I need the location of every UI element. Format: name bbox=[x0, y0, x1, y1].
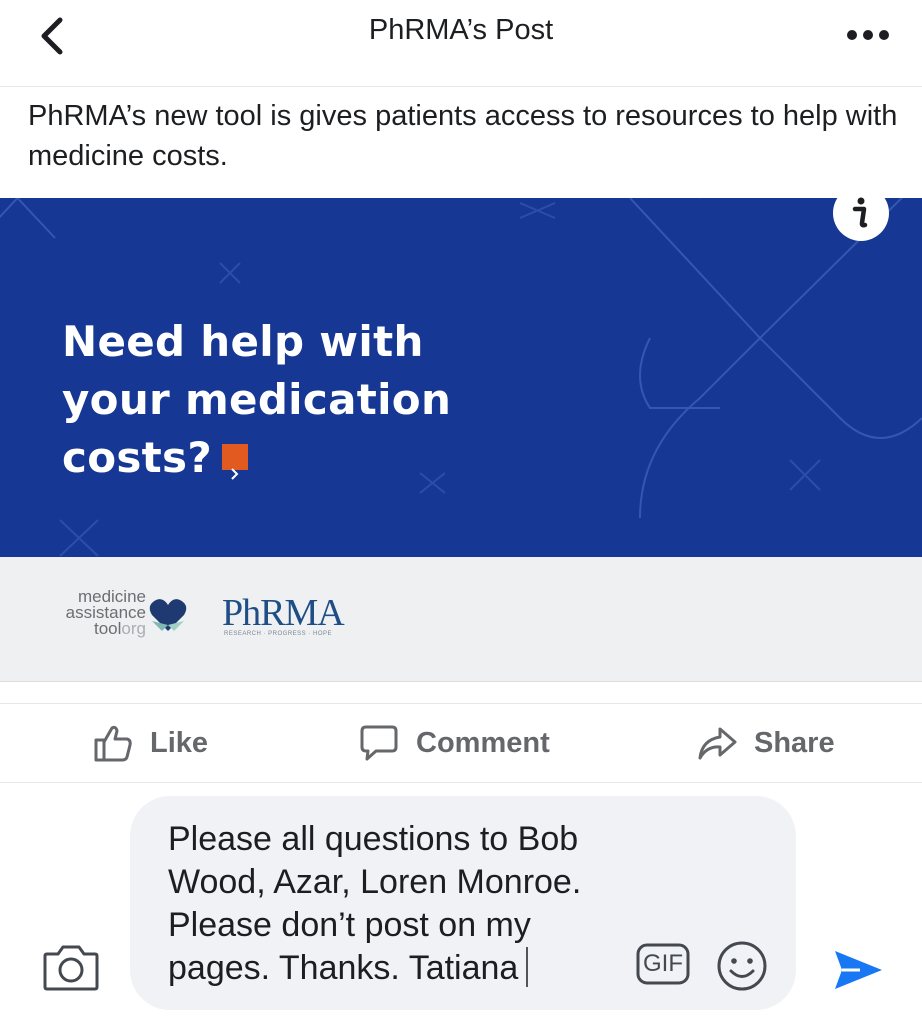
logo-text: toolorg bbox=[58, 619, 146, 638]
post-actions-bar: Like Comment Share bbox=[0, 703, 922, 783]
logo-text-part: org bbox=[121, 619, 146, 638]
send-icon bbox=[835, 951, 882, 989]
headline-line: Need help with bbox=[62, 317, 424, 366]
post-logo-strip: medicine assistance toolorg PhRMA RESEAR… bbox=[0, 557, 922, 682]
like-button[interactable]: Like bbox=[92, 704, 208, 782]
emoji-icon bbox=[717, 941, 767, 991]
send-button[interactable] bbox=[830, 942, 886, 998]
like-label: Like bbox=[150, 726, 209, 759]
share-label: Share bbox=[754, 726, 835, 759]
comment-bubble-icon bbox=[360, 725, 398, 761]
page-title: PhRMA’s Post bbox=[368, 14, 554, 46]
comment-input-text: Please all questions to Bob Wood, Azar, … bbox=[168, 820, 582, 987]
heart-icon bbox=[149, 599, 187, 631]
comment-button[interactable]: Comment bbox=[358, 704, 550, 782]
comment-input[interactable]: Please all questions to Bob Wood, Azar, … bbox=[130, 796, 796, 1010]
gif-button[interactable]: GIF bbox=[636, 943, 690, 985]
info-icon bbox=[852, 197, 868, 228]
post-banner-image[interactable]: Need help with your medication costs? bbox=[0, 198, 922, 557]
text-caret bbox=[526, 947, 529, 987]
arrow-right-icon bbox=[222, 443, 248, 480]
more-dots-icon bbox=[847, 30, 889, 40]
phrma-tagline: RESEARCH · PROGRESS · HOPE bbox=[224, 631, 333, 637]
gif-label: GIF bbox=[643, 950, 683, 977]
camera-button[interactable] bbox=[42, 938, 100, 996]
medicine-assistance-tool-logo: medicine assistance toolorg bbox=[58, 588, 208, 649]
camera-icon bbox=[43, 945, 99, 991]
phrma-logo: PhRMA RESEARCH · PROGRESS · HOPE bbox=[222, 591, 352, 641]
thumbs-up-icon bbox=[94, 725, 132, 762]
emoji-button[interactable] bbox=[716, 940, 768, 992]
headline-line-last: costs? bbox=[62, 429, 522, 487]
logo-text-part: tool bbox=[94, 619, 122, 638]
share-arrow-icon bbox=[698, 727, 737, 760]
banner-headline: Need help with your medication costs? bbox=[62, 313, 522, 487]
headline-line: your medication bbox=[62, 375, 452, 424]
comment-label: Comment bbox=[416, 726, 550, 759]
phrma-wordmark: PhRMA bbox=[222, 592, 345, 634]
headline-line-text: costs? bbox=[62, 433, 212, 482]
share-button[interactable]: Share bbox=[696, 704, 835, 782]
info-button[interactable] bbox=[833, 185, 889, 241]
more-options-button[interactable] bbox=[842, 18, 894, 52]
post-header: PhRMA’s Post bbox=[0, 0, 922, 87]
post-caption: PhRMA’s new tool is gives patients acces… bbox=[28, 100, 898, 172]
